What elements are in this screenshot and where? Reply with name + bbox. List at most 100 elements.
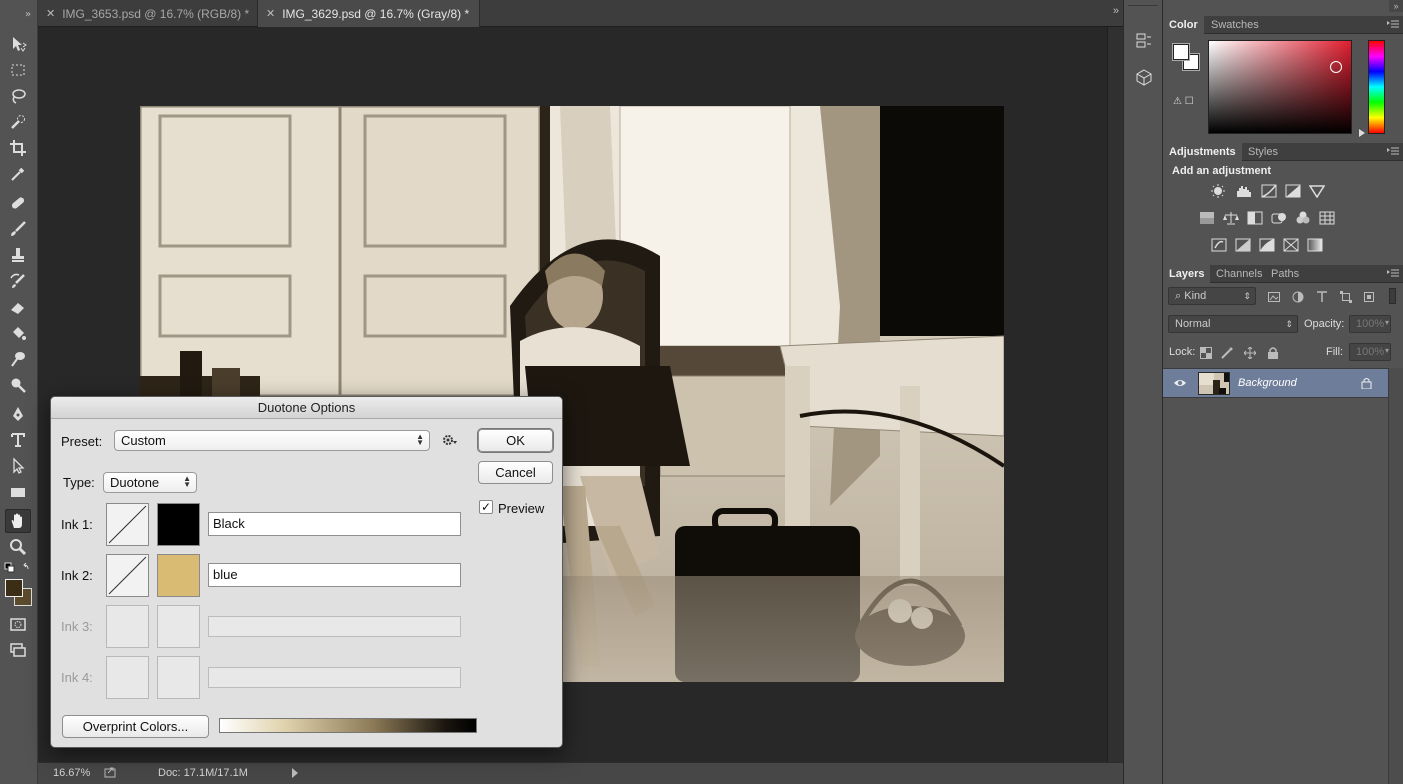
- layers-scrollbar[interactable]: [1388, 368, 1403, 784]
- lock-transparent-icon[interactable]: [1200, 346, 1212, 359]
- smudge-tool[interactable]: [5, 347, 31, 371]
- tab-paths[interactable]: Paths: [1265, 265, 1305, 283]
- quick-mask-icon[interactable]: [5, 612, 31, 636]
- preset-select[interactable]: Custom ▲ ▼: [114, 430, 430, 451]
- tab-layers[interactable]: Layers: [1163, 265, 1211, 283]
- document-tab[interactable]: ✕ IMG_3653.psd @ 16.7% (RGB/8) *: [38, 0, 258, 27]
- status-menu-arrow-icon[interactable]: [292, 768, 298, 778]
- exposure-icon[interactable]: [1284, 183, 1302, 199]
- hue-saturation-icon[interactable]: [1198, 210, 1216, 226]
- lock-position-icon[interactable]: [1243, 346, 1257, 360]
- tab-swatches[interactable]: Swatches: [1205, 16, 1265, 34]
- share-icon[interactable]: [104, 766, 116, 778]
- document-tab-active[interactable]: ✕ IMG_3629.psd @ 16.7% (Gray/8) *: [258, 0, 480, 27]
- filter-pixel-icon[interactable]: [1268, 290, 1280, 302]
- gamut-warning-icon[interactable]: ⚠ ☐: [1173, 96, 1194, 107]
- hue-slider-handle[interactable]: [1359, 129, 1365, 137]
- color-foreground-background[interactable]: [1173, 44, 1201, 72]
- lock-all-icon[interactable]: [1267, 346, 1279, 359]
- ink2-curve[interactable]: [106, 554, 149, 597]
- hue-slider[interactable]: [1368, 40, 1385, 134]
- layer-filter-kind-select[interactable]: ⌕ Kind ⇕: [1168, 287, 1256, 305]
- ink1-name-input[interactable]: Black: [208, 512, 461, 536]
- quick-selection-tool[interactable]: [5, 110, 31, 134]
- panel-menu-icon[interactable]: [1387, 146, 1399, 156]
- filter-toggle-switch[interactable]: [1389, 288, 1396, 304]
- tab-adjustments[interactable]: Adjustments: [1163, 143, 1242, 161]
- toolbar-grip[interactable]: »: [3, 4, 33, 24]
- layer-name[interactable]: Background: [1238, 377, 1297, 389]
- curves-icon[interactable]: [1260, 183, 1278, 199]
- filter-shape-icon[interactable]: [1340, 290, 1352, 303]
- history-panel-icon[interactable]: [1125, 26, 1163, 56]
- layer-row[interactable]: Background: [1163, 368, 1388, 398]
- foreground-background-swatch[interactable]: [4, 578, 34, 608]
- path-selection-tool[interactable]: [5, 454, 31, 478]
- cancel-button[interactable]: Cancel: [478, 461, 553, 484]
- ink1-color-swatch[interactable]: [157, 503, 200, 546]
- type-tool[interactable]: [5, 428, 31, 452]
- blend-mode-select[interactable]: Normal ⇕: [1168, 315, 1298, 333]
- gradient-map-icon[interactable]: [1306, 237, 1324, 253]
- tab-channels[interactable]: Channels: [1210, 265, 1268, 283]
- type-select[interactable]: Duotone ▲ ▼: [103, 472, 197, 493]
- filter-smart-object-icon[interactable]: [1363, 290, 1375, 302]
- zoom-level[interactable]: 16.67%: [53, 767, 90, 779]
- black-white-icon[interactable]: [1246, 210, 1264, 226]
- marquee-tool[interactable]: [5, 58, 31, 82]
- ink1-curve[interactable]: [106, 503, 149, 546]
- ink2-name-input[interactable]: blue: [208, 563, 461, 587]
- opacity-dropdown-icon[interactable]: ▾: [1385, 318, 1389, 327]
- levels-icon[interactable]: [1235, 183, 1253, 199]
- posterize-icon[interactable]: [1234, 237, 1252, 253]
- tab-overflow-icon[interactable]: »: [1113, 5, 1119, 17]
- filter-type-icon[interactable]: [1316, 290, 1328, 302]
- crop-tool[interactable]: [5, 136, 31, 160]
- ok-button[interactable]: OK: [478, 429, 553, 452]
- gear-icon[interactable]: [442, 433, 458, 447]
- filter-adjustment-icon[interactable]: [1292, 290, 1304, 303]
- panels-collapse-icon[interactable]: »: [1389, 0, 1403, 12]
- color-picker-cursor[interactable]: [1330, 61, 1342, 73]
- brightness-contrast-icon[interactable]: [1209, 183, 1227, 199]
- canvas-vertical-scrollbar[interactable]: [1107, 27, 1123, 762]
- lock-pixels-icon[interactable]: [1221, 346, 1233, 359]
- close-icon[interactable]: ✕: [266, 7, 275, 20]
- lasso-tool[interactable]: [5, 84, 31, 108]
- tab-styles[interactable]: Styles: [1242, 143, 1284, 161]
- fill-dropdown-icon[interactable]: ▾: [1385, 346, 1389, 355]
- ink2-color-swatch[interactable]: [157, 554, 200, 597]
- layer-thumbnail[interactable]: [1198, 372, 1230, 395]
- eyedropper-tool[interactable]: [5, 162, 31, 186]
- paint-bucket-tool[interactable]: [5, 321, 31, 345]
- vibrance-icon[interactable]: [1308, 183, 1326, 199]
- dodge-tool[interactable]: [5, 373, 31, 397]
- brush-tool[interactable]: [5, 217, 31, 241]
- selective-color-icon[interactable]: [1282, 237, 1300, 253]
- tab-color[interactable]: Color: [1163, 16, 1204, 34]
- color-lookup-icon[interactable]: [1318, 210, 1336, 226]
- zoom-tool[interactable]: [5, 535, 31, 559]
- threshold-icon[interactable]: [1258, 237, 1276, 253]
- eye-icon[interactable]: [1173, 377, 1187, 389]
- panel-menu-icon[interactable]: [1387, 19, 1399, 29]
- photo-filter-icon[interactable]: [1270, 210, 1288, 226]
- screen-mode-icon[interactable]: [5, 638, 31, 662]
- overprint-colors-button[interactable]: Overprint Colors...: [62, 715, 209, 738]
- color-balance-icon[interactable]: [1222, 210, 1240, 226]
- 3d-panel-icon[interactable]: [1125, 62, 1163, 92]
- default-colors-icon[interactable]: [4, 562, 34, 576]
- move-tool[interactable]: [5, 32, 31, 56]
- invert-icon[interactable]: [1210, 237, 1228, 253]
- close-icon[interactable]: ✕: [46, 7, 55, 20]
- preview-checkbox[interactable]: ✓: [479, 500, 493, 514]
- rectangle-tool[interactable]: [5, 480, 31, 504]
- clone-stamp-tool[interactable]: [5, 243, 31, 267]
- eraser-tool[interactable]: [5, 295, 31, 319]
- history-brush-tool[interactable]: [5, 269, 31, 293]
- panel-menu-icon[interactable]: [1387, 268, 1399, 278]
- channel-mixer-icon[interactable]: [1294, 210, 1312, 226]
- hand-tool[interactable]: [5, 509, 31, 533]
- color-spectrum[interactable]: [1208, 40, 1352, 134]
- pen-tool[interactable]: [5, 402, 31, 426]
